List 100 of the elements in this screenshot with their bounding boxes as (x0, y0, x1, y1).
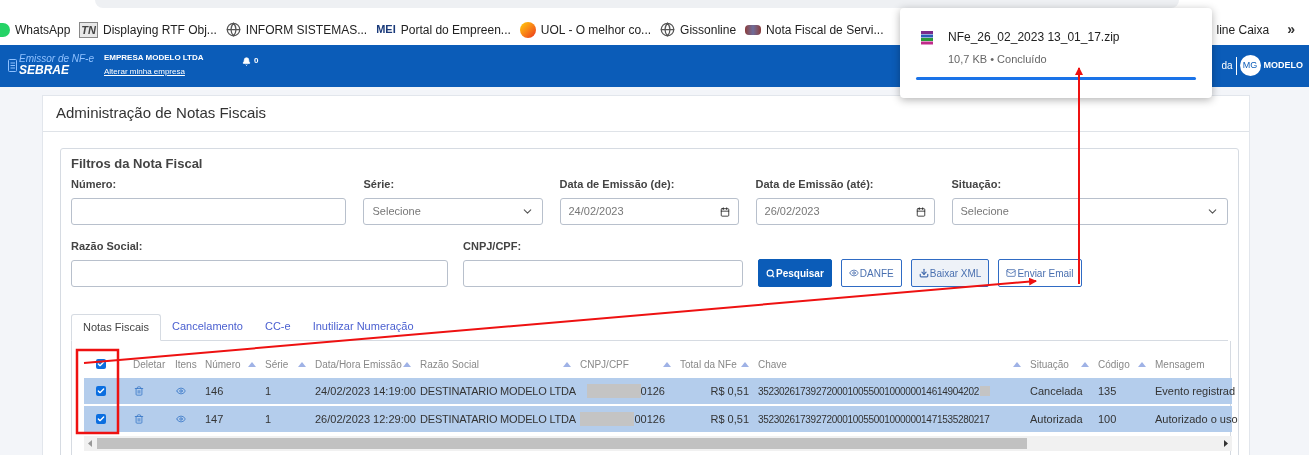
text-field[interactable] (71, 198, 347, 225)
page-title: Administração de Notas Fiscais (56, 103, 267, 124)
globe-icon (660, 22, 676, 37)
logo-icon: MEI (376, 21, 396, 38)
select-field[interactable]: Selecione (951, 198, 1228, 225)
bookmark-link[interactable]: WhatsApp (15, 20, 71, 39)
column-header: Número (205, 357, 241, 372)
sort-arrow-icon[interactable] (663, 361, 671, 367)
bookmark-link[interactable]: Nota Fiscal de Servi... (766, 20, 884, 39)
change-company-link[interactable]: Alterar minha empresa (104, 68, 234, 76)
scrollbar-thumb[interactable] (97, 438, 1027, 449)
table-cell-text: R$ 0,51 (709, 411, 750, 427)
horizontal-scrollbar[interactable] (84, 436, 1232, 451)
sort-arrow-icon[interactable] (1138, 361, 1146, 367)
tab[interactable]: Cancelamento (161, 313, 254, 340)
column-header: CNPJ/CPF (580, 357, 629, 372)
field-label: Razão Social: (71, 240, 144, 253)
bookmark-link[interactable]: Gissonline (680, 20, 737, 39)
table-cell-text: Cancelada (1029, 383, 1084, 399)
table-cell-text: 0126 (640, 383, 665, 399)
column-header: Razão Social (420, 357, 479, 372)
company-name: EMPRESA MODELO LTDA (104, 54, 205, 62)
table-cell-text: 1 (264, 383, 273, 399)
logo-icon: TN (79, 21, 99, 38)
field-label: Situação: (951, 178, 1003, 191)
date-field[interactable]: 24/02/2023 (559, 198, 739, 225)
table-cell-text: 24/02/2023 14:19:00 (314, 383, 417, 399)
bookmark-link[interactable]: Portal do Empreen... (400, 20, 511, 39)
crest-icon (745, 24, 762, 35)
table-cell-text: 135 (1097, 383, 1118, 399)
user-name[interactable]: MODELO (1263, 58, 1303, 73)
table-cell-text: 1 (264, 411, 273, 427)
bookmark-link[interactable]: UOL - O melhor co... (540, 20, 652, 39)
table-cell-text: 352302617392720001005500100000014614904202 (758, 384, 979, 399)
table-cell-text: R$ 0,51 (709, 383, 750, 399)
tab[interactable]: Inutilizar Numeração (301, 313, 425, 340)
table-cell-text: 147 (204, 411, 225, 427)
trash-icon[interactable] (134, 414, 144, 424)
notification-count: 0 (254, 55, 259, 67)
table-cell-text: DESTINATARIO MODELO LTDA (419, 411, 577, 427)
archive-icon (920, 30, 934, 46)
download-details: 10,7 KB • Concluído (948, 53, 1048, 66)
action-button[interactable]: DANFE (840, 259, 902, 287)
tab[interactable]: CC-e (253, 313, 302, 340)
eye-icon[interactable] (176, 414, 186, 424)
checkbox[interactable] (96, 414, 106, 424)
select-field[interactable]: Selecione (363, 198, 543, 225)
action-button[interactable]: Baixar XML (910, 259, 990, 287)
more-bookmarks-button[interactable]: » (1287, 19, 1295, 40)
text-field[interactable] (463, 260, 743, 287)
globe-icon (225, 22, 241, 37)
table-cell-text: Autorizada (1029, 411, 1084, 427)
bookmark-link[interactable]: line Caixa (1216, 20, 1270, 39)
search-icon (766, 268, 775, 278)
calendar-icon (719, 206, 730, 217)
field-label: Série: (363, 178, 396, 191)
table-cell-text: 35230261739272000100550010000001471535280217 (758, 412, 990, 427)
column-header: Deletar (133, 357, 166, 372)
eye-icon[interactable] (176, 386, 186, 396)
redacted-block (586, 384, 641, 398)
field-label: Data de Emissão (até): (755, 178, 875, 191)
redacted-block (580, 412, 635, 426)
bookmark-link[interactable]: INFORM SISTEMAS... (245, 20, 368, 39)
table-cell-text: 00126 (634, 411, 665, 427)
text-field[interactable] (71, 260, 448, 287)
bell-icon[interactable] (242, 56, 251, 66)
field-label: Número: (71, 178, 118, 191)
user-text: da (1221, 59, 1233, 73)
chat-icon (0, 22, 10, 37)
avatar[interactable]: MG (1239, 55, 1261, 76)
sort-arrow-icon[interactable] (1081, 361, 1089, 367)
orb-icon (519, 21, 536, 38)
field-label: Data de Emissão (de): (559, 178, 676, 191)
sort-arrow-icon[interactable] (563, 361, 571, 367)
field-label: CNPJ/CPF: (463, 240, 523, 253)
logo-text: SEBRAE (19, 64, 71, 76)
column-header: Série (265, 357, 289, 372)
tab[interactable]: Notas Fiscais (71, 314, 162, 341)
checkbox[interactable] (96, 359, 106, 369)
date-field[interactable]: 26/02/2023 (755, 198, 935, 225)
trash-icon[interactable] (134, 386, 144, 396)
column-header: Mensagem (1155, 357, 1205, 372)
checkbox[interactable] (96, 386, 106, 396)
sort-arrow-icon[interactable] (248, 361, 256, 367)
action-button[interactable]: Pesquisar (758, 259, 832, 287)
action-button[interactable]: Enviar Email (998, 259, 1082, 287)
column-header: Chave (758, 357, 787, 372)
column-header: Código (1098, 357, 1130, 372)
table-cell-text: 146 (204, 383, 225, 399)
document-icon (8, 58, 17, 72)
column-header: Itens (175, 357, 197, 372)
sort-arrow-icon[interactable] (741, 361, 749, 367)
mail-icon (1006, 268, 1017, 278)
table-cell-text: Autorizado o uso (1154, 411, 1236, 427)
sort-arrow-icon[interactable] (1013, 361, 1021, 367)
sort-arrow-icon[interactable] (403, 361, 411, 367)
file-name[interactable]: NFe_26_02_2023 13_01_17.zip (948, 30, 1120, 44)
bookmark-link[interactable]: Displaying RTF Obj... (103, 20, 217, 39)
table-cell-text: 100 (1097, 411, 1118, 427)
sort-arrow-icon[interactable] (298, 361, 306, 367)
